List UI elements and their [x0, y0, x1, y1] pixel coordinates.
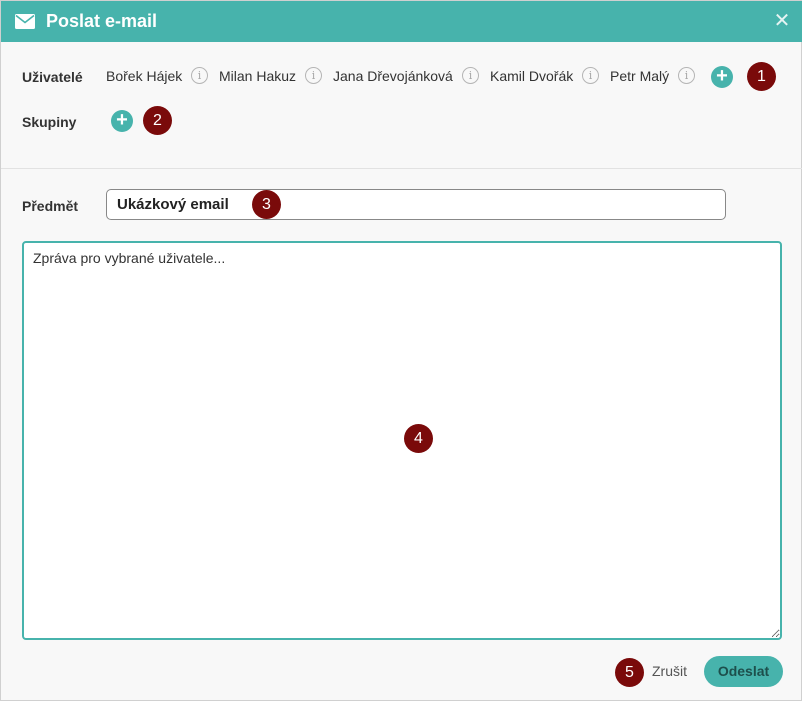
dialog-title: Poslat e-mail	[46, 11, 158, 31]
cancel-button[interactable]: Zrušit	[652, 663, 687, 679]
user-name: Petr Malý	[610, 68, 670, 84]
info-icon[interactable]: i	[305, 67, 322, 84]
envelope-icon	[15, 14, 35, 34]
subject-label: Předmět	[22, 198, 79, 214]
send-button[interactable]: Odeslat	[704, 656, 783, 687]
info-icon[interactable]: i	[678, 67, 695, 84]
users-label: Uživatelé	[22, 69, 83, 85]
message-textarea[interactable]: Zpráva pro vybrané uživatele...	[22, 241, 782, 640]
annotation-badge: 2	[143, 106, 172, 135]
send-email-dialog: Poslat e-mail ✕ Uživatelé Bořek Hájek i …	[0, 0, 802, 701]
add-user-button[interactable]: +	[711, 66, 733, 88]
info-icon[interactable]: i	[191, 67, 208, 84]
user-name: Jana Dřevojánková	[333, 68, 453, 84]
annotation-badge: 5	[615, 658, 644, 687]
info-icon[interactable]: i	[462, 67, 479, 84]
dialog-titlebar: Poslat e-mail ✕	[1, 1, 802, 42]
annotation-badge: 3	[252, 190, 281, 219]
user-name: Milan Hakuz	[219, 68, 297, 84]
annotation-badge: 4	[404, 424, 433, 453]
user-name: Bořek Hájek	[106, 68, 183, 84]
groups-label: Skupiny	[22, 114, 77, 130]
info-icon[interactable]: i	[582, 67, 599, 84]
annotation-badge: 1	[747, 62, 776, 91]
section-divider	[1, 168, 802, 169]
subject-input[interactable]	[106, 189, 726, 220]
add-group-button[interactable]: +	[111, 110, 133, 132]
close-icon[interactable]: ✕	[772, 11, 792, 31]
user-name: Kamil Dvořák	[490, 68, 574, 84]
